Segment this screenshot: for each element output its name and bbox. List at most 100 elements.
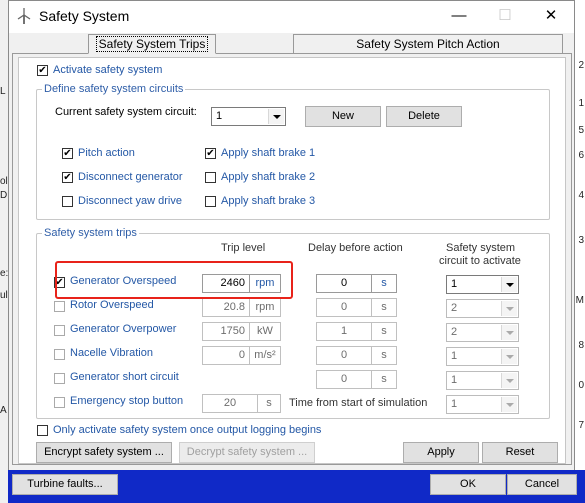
rotor-overspeed-level[interactable]: 20.8	[202, 298, 250, 317]
emergency-stop-checkbox[interactable]	[54, 397, 65, 408]
circuit-value: 2	[451, 326, 458, 338]
circuit-value: 2	[451, 302, 458, 314]
disconnect-yaw-drive-checkbox[interactable]	[62, 196, 73, 207]
bg-fragment: 8	[578, 340, 584, 351]
define-circuits-group-label: Define safety system circuits	[42, 83, 186, 95]
activate-safety-system-label: Activate safety system	[53, 64, 163, 76]
maximize-button[interactable]: ☐	[482, 1, 528, 31]
rotor-overspeed-delay-unit: s	[371, 298, 397, 317]
decrypt-safety-system-button[interactable]: Decrypt safety system ...	[179, 442, 315, 463]
generator-short-circuit-circuit-select[interactable]: 1	[446, 371, 519, 390]
turbine-faults-button[interactable]: Turbine faults...	[12, 474, 118, 495]
nacelle-vibration-unit: m/s²	[249, 346, 281, 365]
chevron-down-icon[interactable]	[268, 109, 284, 124]
delete-circuit-button[interactable]: Delete	[386, 106, 462, 127]
close-button[interactable]: ✕	[528, 1, 574, 31]
rotor-overspeed-checkbox[interactable]	[54, 301, 65, 312]
current-circuit-value: 1	[216, 110, 223, 122]
encrypt-safety-system-button[interactable]: Encrypt safety system ...	[36, 442, 172, 463]
circuit-header-line1: Safety system	[446, 242, 516, 254]
apply-shaft-brake-1-label: Apply shaft brake 1	[221, 147, 316, 159]
wind-turbine-icon	[17, 8, 31, 24]
safety-system-trips-group-label: Safety system trips	[42, 227, 139, 239]
bg-fragment: 3	[578, 235, 584, 246]
chevron-down-icon[interactable]	[501, 277, 517, 292]
tab-label: Safety System Trips	[95, 36, 209, 52]
emergency-stop-circuit-select[interactable]: 1	[446, 395, 519, 414]
circuit-value: 1	[451, 398, 458, 410]
pitch-action-checkbox[interactable]: ✔	[62, 148, 73, 159]
apply-shaft-brake-2-label: Apply shaft brake 2	[221, 171, 316, 183]
pitch-action-label: Pitch action	[78, 147, 135, 159]
generator-short-circuit-delay[interactable]: 0	[316, 370, 372, 389]
rotor-overspeed-label: Rotor Overspeed	[70, 299, 154, 311]
new-circuit-button[interactable]: New	[305, 106, 381, 127]
bg-fragment: L	[0, 86, 6, 97]
nacelle-vibration-delay-unit: s	[371, 346, 397, 365]
apply-shaft-brake-3-checkbox[interactable]	[205, 196, 216, 207]
safety-system-dialog: Safety System — ☐ ✕ Safety System Trips …	[8, 0, 575, 500]
nacelle-vibration-delay[interactable]: 0	[316, 346, 372, 365]
nacelle-vibration-level[interactable]: 0	[202, 346, 250, 365]
nacelle-vibration-checkbox[interactable]	[54, 349, 65, 360]
generator-overspeed-highlight-box	[55, 261, 293, 299]
reset-button[interactable]: Reset	[482, 442, 558, 463]
current-circuit-select[interactable]: 1	[211, 107, 286, 126]
apply-button[interactable]: Apply	[403, 442, 479, 463]
circuit-value: 1	[451, 350, 458, 362]
emergency-stop-delay-text: Time from start of simulation	[289, 397, 428, 409]
disconnect-generator-checkbox[interactable]: ✔	[62, 172, 73, 183]
apply-shaft-brake-2-checkbox[interactable]	[205, 172, 216, 183]
disconnect-yaw-drive-label: Disconnect yaw drive	[78, 195, 182, 207]
minimize-button[interactable]: —	[436, 1, 482, 31]
chevron-down-icon[interactable]	[501, 349, 517, 364]
chevron-down-icon[interactable]	[501, 397, 517, 412]
generator-short-circuit-checkbox[interactable]	[54, 373, 65, 384]
rotor-overspeed-circuit-select[interactable]: 2	[446, 299, 519, 318]
apply-shaft-brake-1-checkbox[interactable]: ✔	[205, 148, 216, 159]
generator-short-circuit-delay-unit: s	[371, 370, 397, 389]
generator-overpower-unit: kW	[249, 322, 281, 341]
bg-fragment: ol	[0, 176, 8, 187]
circuit-header-line2: circuit to activate	[439, 255, 521, 267]
chevron-down-icon[interactable]	[501, 325, 517, 340]
circuit-value: 1	[451, 278, 458, 290]
bg-fragment: 4	[578, 190, 584, 201]
only-activate-logging-label: Only activate safety system once output …	[53, 424, 322, 436]
chevron-down-icon[interactable]	[501, 301, 517, 316]
nacelle-vibration-circuit-select[interactable]: 1	[446, 347, 519, 366]
tab-safety-system-trips[interactable]: Safety System Trips	[88, 34, 216, 54]
bg-fragment: 5	[578, 125, 584, 136]
chevron-down-icon[interactable]	[501, 373, 517, 388]
background-app-right-edge: 2 1 5 6 4 3 M 8 0 7	[575, 0, 585, 503]
current-circuit-label: Current safety system circuit:	[55, 106, 197, 118]
bg-fragment: 6	[578, 150, 584, 161]
generator-overpower-circuit-select[interactable]: 2	[446, 323, 519, 342]
only-activate-logging-checkbox[interactable]	[37, 425, 48, 436]
generator-overpower-delay-unit: s	[371, 322, 397, 341]
emergency-stop-level[interactable]: 20	[202, 394, 258, 413]
generator-overpower-delay[interactable]: 1	[316, 322, 372, 341]
rotor-overspeed-delay[interactable]: 0	[316, 298, 372, 317]
rotor-overspeed-unit: rpm	[249, 298, 281, 317]
bg-fragment: A	[0, 405, 7, 416]
generator-overpower-checkbox[interactable]	[54, 325, 65, 336]
title-bar: Safety System — ☐ ✕	[9, 1, 574, 33]
window-title: Safety System	[39, 8, 130, 24]
bg-fragment: 1	[578, 98, 584, 109]
generator-overspeed-delay-unit: s	[371, 274, 397, 293]
generator-overspeed-delay[interactable]: 0	[316, 274, 372, 293]
bg-fragment: 7	[578, 420, 584, 431]
cancel-button[interactable]: Cancel	[507, 474, 577, 495]
tab-label: Safety System Pitch Action	[356, 37, 500, 51]
generator-overspeed-circuit-select[interactable]: 1	[446, 275, 519, 294]
tab-safety-system-pitch-action[interactable]: Safety System Pitch Action	[293, 34, 563, 54]
generator-overpower-level[interactable]: 1750	[202, 322, 250, 341]
delay-before-action-header: Delay before action	[308, 242, 403, 254]
trip-level-header: Trip level	[221, 242, 266, 254]
emergency-stop-unit: s	[257, 394, 281, 413]
activate-safety-system-checkbox[interactable]: ✔	[37, 65, 48, 76]
disconnect-generator-label: Disconnect generator	[78, 171, 183, 183]
ok-button[interactable]: OK	[430, 474, 506, 495]
nacelle-vibration-label: Nacelle Vibration	[70, 347, 153, 359]
